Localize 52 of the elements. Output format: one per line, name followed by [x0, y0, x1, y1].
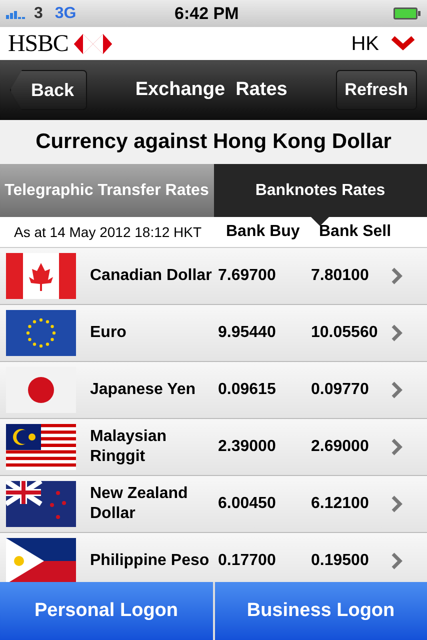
- column-header: Bank Sell: [319, 222, 392, 242]
- currency-name: Euro: [89, 323, 128, 343]
- rate-row[interactable]: Euro 9.95440 10.05560: [0, 305, 427, 362]
- buy-rate: 2.39000: [218, 437, 277, 457]
- sell-rate: 2.69000: [311, 437, 370, 457]
- back-button[interactable]: Back: [10, 70, 88, 110]
- chevron-right-icon: [391, 324, 403, 342]
- chevron-right-icon: [391, 495, 403, 513]
- clock: 6:42 PM: [174, 2, 240, 25]
- refresh-button[interactable]: Refresh: [336, 70, 417, 110]
- rate-row[interactable]: New Zealand Dollar 6.00450 6.12100: [0, 476, 427, 533]
- currency-name: New Zealand Dollar: [89, 484, 189, 524]
- hexagon-logo-icon: [74, 34, 112, 54]
- currency-name: Philippine Peso: [89, 551, 210, 571]
- sell-rate: 0.19500: [311, 551, 370, 571]
- battery-icon: [393, 7, 421, 20]
- currency-name: Canadian Dollar: [89, 266, 213, 286]
- flag-icon: [6, 481, 76, 527]
- brand-name: HSBC: [8, 30, 68, 58]
- buy-rate: 0.17700: [218, 551, 277, 571]
- carrier-label: 3: [34, 4, 43, 24]
- logon-button[interactable]: Business Logon: [214, 582, 427, 640]
- flag-icon: [6, 538, 76, 582]
- nav-title: Exchange Rates: [135, 78, 288, 102]
- timestamp: As at 14 May 2012 18:12 HKT: [13, 222, 203, 242]
- sell-rate: 10.05560: [311, 323, 379, 343]
- chevron-right-icon: [391, 381, 403, 399]
- chevron-down-icon[interactable]: [391, 36, 415, 51]
- flag-icon: [6, 253, 76, 299]
- page-heading: Currency against Hong Kong Dollar: [36, 129, 392, 156]
- column-header: Bank Buy: [226, 222, 301, 242]
- sell-rate: 6.12100: [311, 494, 370, 514]
- currency-name: Malaysian Ringgit: [89, 427, 168, 467]
- buy-rate: 9.95440: [218, 323, 277, 343]
- chevron-right-icon: [391, 438, 403, 456]
- buy-rate: 7.69700: [218, 266, 277, 286]
- currency-name: Japanese Yen: [89, 380, 197, 400]
- rate-row[interactable]: Philippine Peso 0.17700 0.19500: [0, 533, 427, 582]
- chevron-right-icon: [391, 552, 403, 570]
- chevron-right-icon: [391, 267, 403, 285]
- logon-button[interactable]: Personal Logon: [0, 582, 212, 640]
- network-label: 3G: [54, 4, 76, 24]
- sell-rate: 0.09770: [311, 380, 370, 400]
- region-label[interactable]: HK: [351, 28, 379, 58]
- buy-rate: 6.00450: [218, 494, 277, 514]
- rate-row[interactable]: Japanese Yen 0.09615 0.09770: [0, 362, 427, 419]
- sell-rate: 7.80100: [311, 266, 370, 286]
- rate-row[interactable]: Canadian Dollar 7.69700 7.80100: [0, 248, 427, 305]
- flag-icon: [6, 424, 76, 470]
- buy-rate: 0.09615: [218, 380, 277, 400]
- flag-icon: [6, 310, 76, 356]
- rate-row[interactable]: Malaysian Ringgit 2.39000 2.69000: [0, 419, 427, 476]
